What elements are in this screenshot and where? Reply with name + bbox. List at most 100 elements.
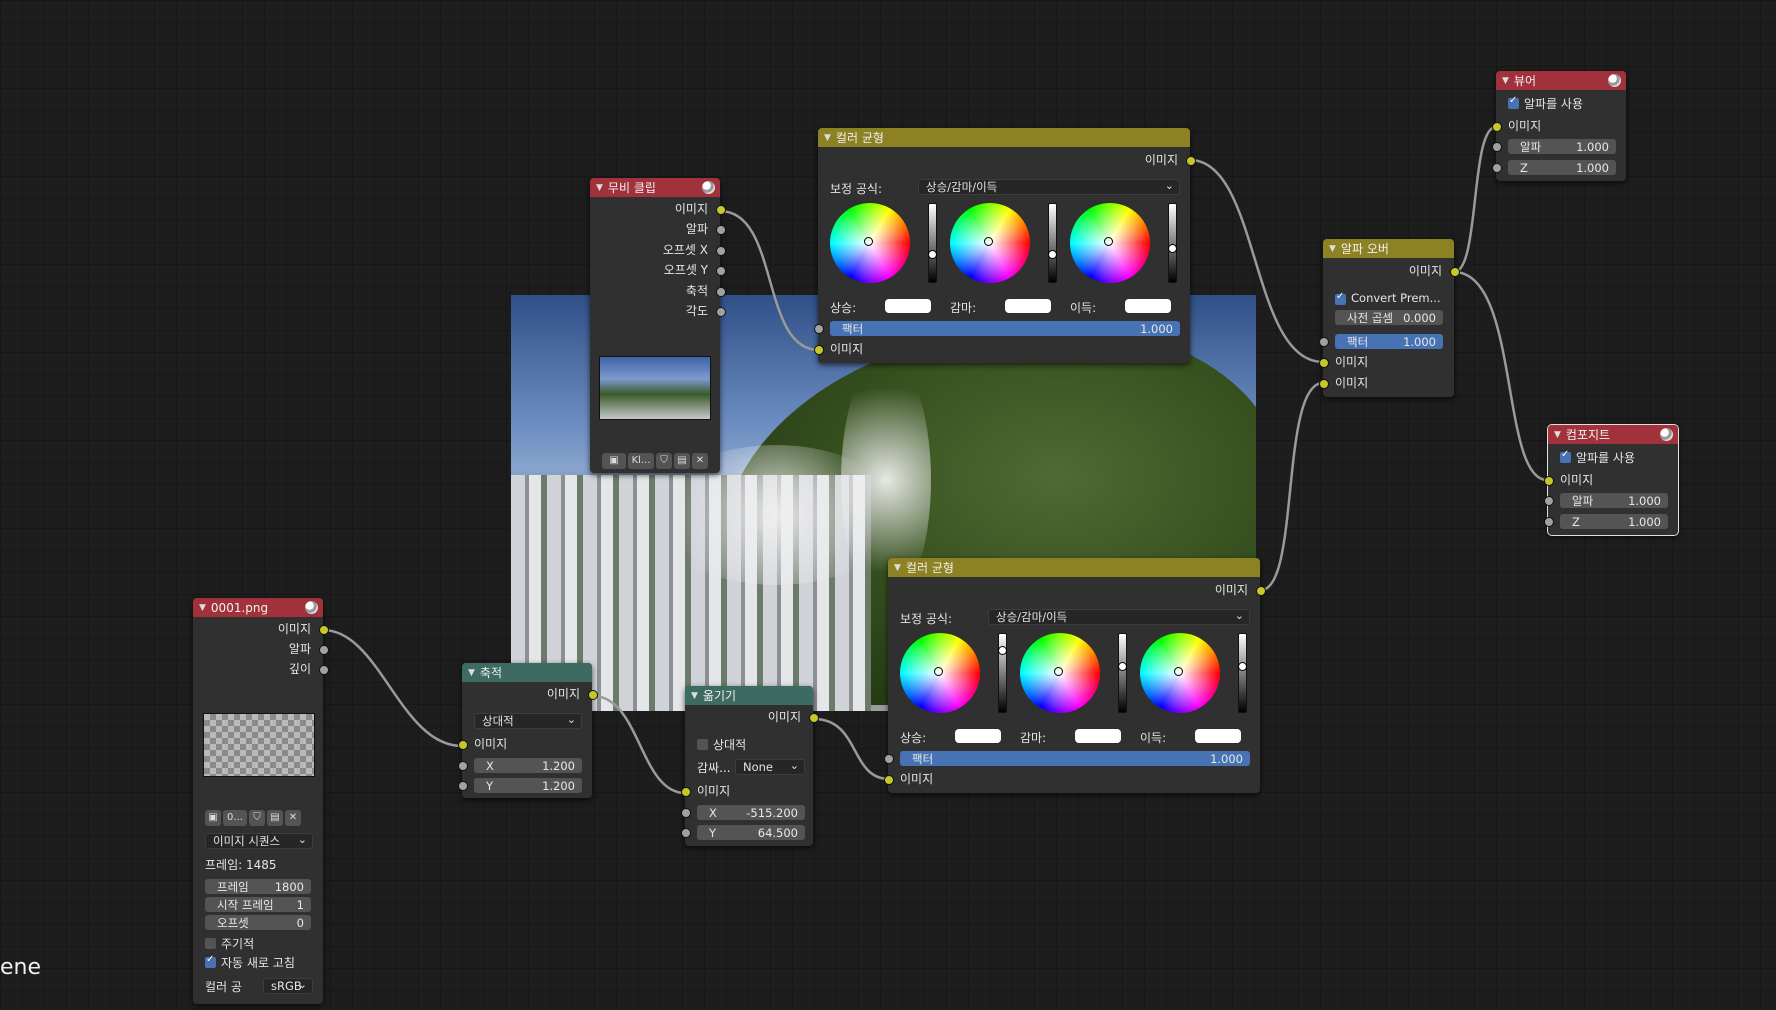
gain-value-slider[interactable] bbox=[1238, 633, 1247, 713]
translate-x-socket[interactable] bbox=[681, 808, 691, 818]
gamma-color-wheel[interactable] bbox=[1020, 633, 1100, 713]
translate-output-socket[interactable] bbox=[809, 713, 819, 723]
offset-field[interactable]: 오프셋 0 bbox=[205, 915, 311, 930]
composite-node[interactable]: ▼컴포지트 알파를 사용 이미지 알파1.000 Z1.000 bbox=[1544, 424, 1679, 536]
image-browse-icon[interactable]: ▣ bbox=[205, 810, 221, 826]
color-space-dropdown[interactable]: sRGB bbox=[263, 977, 313, 994]
viewer-z-socket[interactable] bbox=[1492, 163, 1502, 173]
color-balance-bottom-header[interactable]: ▼ 컬러 균형 bbox=[888, 558, 1260, 577]
cb-top-formula-dropdown[interactable]: 상승/감마/이득 bbox=[918, 178, 1180, 195]
color-balance-top-header[interactable]: ▼ 컬러 균형 bbox=[818, 128, 1190, 147]
scale-y-socket[interactable] bbox=[458, 781, 468, 791]
scale-node[interactable]: ▼축적 이미지 상대적 이미지 X1.200 Y1.200 bbox=[458, 663, 598, 798]
wrap-dropdown[interactable]: None bbox=[735, 758, 805, 775]
image-file-field[interactable]: 0... bbox=[223, 810, 247, 826]
image-node-header[interactable]: ▼ 0001.png bbox=[193, 598, 323, 617]
viewer-node[interactable]: ▼뷰어 알파를 사용 이미지 알파1.000 Z1.000 bbox=[1492, 71, 1626, 181]
lift-color-wheel[interactable] bbox=[900, 633, 980, 713]
start-frame-field[interactable]: 시작 프레임 1 bbox=[205, 897, 311, 912]
scale-output-socket[interactable] bbox=[588, 690, 598, 700]
gain-color-wheel[interactable] bbox=[1070, 203, 1150, 283]
movie-image-socket[interactable] bbox=[716, 205, 726, 215]
movie-clip-header[interactable]: ▼ 무비 클립 bbox=[590, 178, 720, 197]
translate-y-socket[interactable] bbox=[681, 828, 691, 838]
cb-bottom-factor-socket[interactable] bbox=[884, 754, 894, 764]
relative-checkbox[interactable] bbox=[697, 739, 708, 750]
cb-bottom-factor-slider[interactable]: 팩터 1.000 bbox=[900, 751, 1250, 766]
viewer-z-field[interactable]: Z 1.000 bbox=[1508, 160, 1616, 175]
scale-space-dropdown[interactable]: 상대적 bbox=[474, 712, 582, 729]
open-folder-icon[interactable]: ▤ bbox=[267, 810, 283, 826]
alpha-over-input-2-socket[interactable] bbox=[1319, 379, 1329, 389]
movie-offset-x-socket[interactable] bbox=[716, 246, 726, 256]
lift-color-swatch[interactable] bbox=[885, 299, 931, 313]
fake-user-icon[interactable]: ⛉ bbox=[656, 453, 672, 469]
viewer-alpha-socket[interactable] bbox=[1492, 142, 1502, 152]
composite-alpha-field[interactable]: 알파 1.000 bbox=[1560, 493, 1668, 508]
viewer-input-socket[interactable] bbox=[1492, 122, 1502, 132]
translate-node[interactable]: ▼옮기기 이미지 상대적 감싸... None 이미지 X-515.200 Y6… bbox=[681, 686, 819, 846]
cb-bottom-formula-dropdown[interactable]: 상승/감마/이득 bbox=[988, 608, 1250, 625]
cb-bottom-input-socket[interactable] bbox=[884, 775, 894, 785]
alpha-over-factor-slider[interactable]: 팩터 1.000 bbox=[1335, 334, 1443, 349]
cb-bottom-output-socket[interactable] bbox=[1256, 586, 1266, 596]
composite-header[interactable]: ▼ 컴포지트 bbox=[1548, 425, 1678, 444]
output-depth-socket[interactable] bbox=[319, 665, 329, 675]
cb-top-output-socket[interactable] bbox=[1186, 156, 1196, 166]
lift-value-slider[interactable] bbox=[928, 203, 937, 283]
scale-y-field[interactable]: Y 1.200 bbox=[474, 778, 582, 793]
cb-top-input-socket[interactable] bbox=[814, 345, 824, 355]
close-icon[interactable]: ✕ bbox=[285, 810, 301, 826]
cb-top-factor-socket[interactable] bbox=[814, 324, 824, 334]
translate-input-socket[interactable] bbox=[681, 787, 691, 797]
composite-z-socket[interactable] bbox=[1544, 517, 1554, 527]
gamma-value-slider[interactable] bbox=[1118, 633, 1127, 713]
premultiply-field[interactable]: 사전 곱셈 0.000 bbox=[1335, 310, 1443, 325]
composite-z-field[interactable]: Z 1.000 bbox=[1560, 514, 1668, 529]
movie-offset-y-socket[interactable] bbox=[716, 266, 726, 276]
close-icon[interactable]: ✕ bbox=[692, 453, 708, 469]
open-folder-icon[interactable]: ▤ bbox=[674, 453, 690, 469]
frames-field[interactable]: 프레임 1800 bbox=[205, 879, 311, 894]
alpha-over-node[interactable]: ▼알파 오버 이미지 Convert Prem... 사전 곱셈0.000 팩터… bbox=[1319, 239, 1460, 397]
scale-input-socket[interactable] bbox=[458, 740, 468, 750]
scale-x-field[interactable]: X 1.200 bbox=[474, 758, 582, 773]
color-balance-bottom-node[interactable]: ▼컬러 균형 이미지 보정 공식: 상승/감마/이득 상승: 감마: 이득: 팩… bbox=[884, 558, 1266, 793]
gamma-color-swatch[interactable] bbox=[1005, 299, 1051, 313]
gamma-color-wheel[interactable] bbox=[950, 203, 1030, 283]
clip-file-field[interactable]: Kl... bbox=[628, 453, 654, 469]
composite-alpha-socket[interactable] bbox=[1544, 496, 1554, 506]
movie-scale-socket[interactable] bbox=[716, 287, 726, 297]
gain-color-swatch[interactable] bbox=[1195, 729, 1241, 743]
output-alpha-socket[interactable] bbox=[319, 645, 329, 655]
scale-x-socket[interactable] bbox=[458, 761, 468, 771]
movie-alpha-socket[interactable] bbox=[716, 225, 726, 235]
gamma-color-swatch[interactable] bbox=[1075, 729, 1121, 743]
cb-top-factor-slider[interactable]: 팩터 1.000 bbox=[830, 321, 1180, 336]
translate-x-field[interactable]: X -515.200 bbox=[697, 805, 805, 820]
lift-value-slider[interactable] bbox=[998, 633, 1007, 713]
alpha-over-output-socket[interactable] bbox=[1450, 267, 1460, 277]
image-source-dropdown[interactable]: 이미지 시퀀스 bbox=[205, 832, 313, 849]
composite-use-alpha-checkbox[interactable] bbox=[1560, 449, 1571, 463]
lift-color-swatch[interactable] bbox=[955, 729, 1001, 743]
gain-color-wheel[interactable] bbox=[1140, 633, 1220, 713]
gamma-value-slider[interactable] bbox=[1048, 203, 1057, 283]
alpha-over-header[interactable]: ▼ 알파 오버 bbox=[1323, 239, 1454, 258]
viewer-use-alpha-checkbox[interactable] bbox=[1508, 95, 1519, 109]
clip-browse-icon[interactable]: ▣ bbox=[602, 453, 626, 469]
gain-color-swatch[interactable] bbox=[1125, 299, 1171, 313]
movie-clip-node[interactable]: ▼ 무비 클립 이미지 알파 오프셋 X 오프셋 Y 축적 각도 ▣ Kl... … bbox=[590, 178, 726, 473]
convert-premul-checkbox[interactable] bbox=[1335, 291, 1346, 305]
translate-node-header[interactable]: ▼ 옮기기 bbox=[685, 686, 813, 705]
translate-y-field[interactable]: Y 64.500 bbox=[697, 825, 805, 840]
output-image-socket[interactable] bbox=[319, 625, 329, 635]
gain-value-slider[interactable] bbox=[1168, 203, 1177, 283]
color-balance-top-node[interactable]: ▼컬러 균형 이미지 보정 공식: 상승/감마/이득 상승: 감마: 이득: 팩… bbox=[814, 128, 1196, 363]
scale-node-header[interactable]: ▼ 축적 bbox=[462, 663, 592, 682]
alpha-over-factor-socket[interactable] bbox=[1319, 337, 1329, 347]
lift-color-wheel[interactable] bbox=[830, 203, 910, 283]
viewer-alpha-field[interactable]: 알파 1.000 bbox=[1508, 139, 1616, 154]
auto-refresh-checkbox[interactable] bbox=[205, 954, 216, 968]
viewer-header[interactable]: ▼ 뷰어 bbox=[1496, 71, 1626, 90]
